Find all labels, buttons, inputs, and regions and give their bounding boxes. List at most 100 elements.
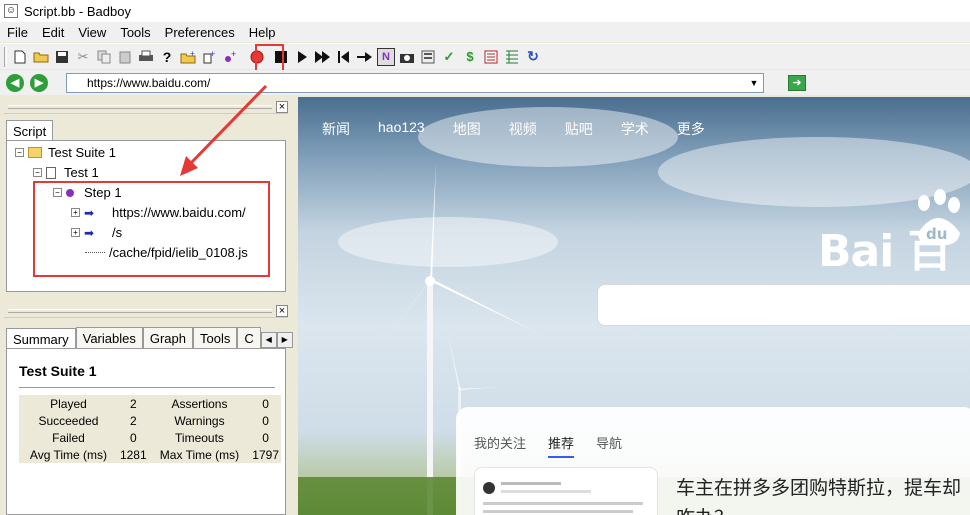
open-icon[interactable] (32, 48, 50, 66)
nav-link[interactable]: 更多 (677, 119, 705, 139)
back-button[interactable]: ◀ (6, 73, 24, 92)
logo-du-text: du (926, 225, 947, 243)
summary-tabstrip: Summary Variables Graph Tools C ◀ ▶ (4, 322, 293, 349)
stat-label: Max Time (ms) (159, 447, 240, 462)
spreadsheet-icon[interactable] (503, 48, 521, 66)
tab-variables[interactable]: Variables (75, 327, 143, 348)
summary-panel-header: × (4, 304, 288, 318)
go-button[interactable]: ➜ (788, 74, 806, 91)
news-headline-cont[interactable]: 咋办？ (676, 503, 733, 515)
tab-c[interactable]: C (237, 327, 261, 348)
skip-icon[interactable] (356, 48, 374, 66)
calendar-icon[interactable] (482, 48, 500, 66)
nav-link[interactable]: hao123 (378, 119, 425, 139)
news-card[interactable] (474, 467, 658, 515)
tree-node-test[interactable]: − Test 1 (33, 165, 99, 180)
variable-icon[interactable]: $ (461, 48, 479, 66)
summary-stats: Played 2 Assertions 0 Succeeded 2 Warnin… (19, 395, 281, 463)
stat-label: Avg Time (ms) (29, 447, 108, 462)
stats-row: Avg Time (ms) 1281 Max Time (ms) 1797 (19, 446, 281, 463)
url-text: https://www.baidu.com/ (87, 75, 211, 90)
baidu-nav: 新闻 hao123 地图 视频 贴吧 学术 更多 (322, 119, 733, 139)
menu-bar: File Edit View Tools Preferences Help (0, 22, 970, 42)
tab-graph[interactable]: Graph (142, 327, 193, 348)
menu-help[interactable]: Help (242, 25, 283, 40)
rewind-icon[interactable] (335, 48, 353, 66)
menu-preferences[interactable]: Preferences (158, 25, 242, 40)
address-bar: ◀ ▶ https://www.baidu.com/ ▼ ➜ (0, 70, 970, 95)
main-toolbar: ✂ ? + + + N ✓ $ ↻ (0, 43, 970, 69)
scroll-left-icon[interactable]: ◀ (260, 332, 277, 348)
feed-tab-active[interactable]: 推荐 (548, 433, 575, 458)
collapse-icon[interactable]: − (15, 148, 24, 157)
step-highlight-box (33, 181, 270, 277)
stat-value: 1797 (252, 447, 279, 462)
tree-label: Test Suite 1 (48, 145, 116, 160)
copy-icon[interactable] (95, 48, 113, 66)
avatar (483, 482, 495, 494)
scroll-right-icon[interactable]: ▶ (276, 332, 293, 348)
add-test-icon[interactable]: + (200, 48, 218, 66)
summary-panel: × Summary Variables Graph Tools C ◀ ▶ Te… (4, 304, 293, 515)
stat-value: 2 (129, 413, 137, 428)
paste-icon[interactable] (116, 48, 134, 66)
summary-title: Test Suite 1 (19, 363, 97, 379)
record-button-highlight (255, 44, 284, 72)
add-suite-icon[interactable]: + (179, 48, 197, 66)
tree-node-suite[interactable]: − Test Suite 1 (15, 145, 116, 160)
stat-label: Warnings (174, 413, 225, 428)
stat-label: Succeeded (38, 413, 99, 428)
add-step-icon[interactable]: + (221, 48, 239, 66)
close-icon[interactable]: × (276, 304, 288, 317)
assertion-icon[interactable]: ✓ (440, 48, 458, 66)
test-icon (46, 166, 56, 179)
nav-link[interactable]: 视频 (509, 119, 537, 139)
stat-label: Played (50, 396, 87, 411)
tree-label: Test 1 (64, 165, 99, 180)
nav-link[interactable]: 学术 (621, 119, 649, 139)
feed-tabs: 我的关注 推荐 导航 (474, 433, 644, 458)
news-headline[interactable]: 车主在拼多多团购特斯拉，提车却 (676, 473, 961, 500)
menu-file[interactable]: File (0, 25, 35, 40)
report-icon[interactable] (419, 48, 437, 66)
menu-edit[interactable]: Edit (35, 25, 71, 40)
script-tabstrip: Script (4, 114, 288, 141)
menu-view[interactable]: View (71, 25, 113, 40)
stat-value: 0 (262, 413, 269, 428)
nav-link[interactable]: 新闻 (322, 119, 350, 139)
badboy-app-icon: ☺ (4, 4, 18, 18)
tab-script[interactable]: Script (6, 120, 54, 141)
feed-tab[interactable]: 我的关注 (474, 433, 526, 458)
play-all-icon[interactable] (314, 48, 332, 66)
navigation-icon[interactable]: N (377, 47, 395, 66)
play-icon[interactable] (293, 48, 311, 66)
new-icon[interactable] (11, 48, 29, 66)
tab-summary[interactable]: Summary (6, 328, 76, 349)
news-feed: 我的关注 推荐 导航 车主在拼多多团购特斯拉，提车却 咋办？ (456, 407, 970, 515)
close-icon[interactable]: × (276, 100, 288, 113)
refresh-icon[interactable]: ↻ (524, 48, 542, 66)
nav-link[interactable]: 贴吧 (565, 119, 593, 139)
tab-tools[interactable]: Tools (193, 327, 238, 348)
cut-icon[interactable]: ✂ (74, 48, 92, 66)
forward-button[interactable]: ▶ (30, 73, 48, 92)
menu-tools[interactable]: Tools (113, 25, 157, 40)
stat-value: 2 (129, 396, 137, 411)
stat-label: Timeouts (175, 430, 224, 445)
url-dropdown-icon[interactable]: ▼ (747, 76, 761, 90)
print-icon[interactable] (137, 48, 155, 66)
screenshot-icon[interactable] (398, 48, 416, 66)
help-icon[interactable]: ? (158, 48, 176, 66)
script-panel-header: × (4, 100, 288, 114)
stat-value: 0 (262, 430, 269, 445)
baidu-search-input[interactable] (597, 284, 970, 326)
stat-label: Assertions (171, 396, 228, 411)
baidu-paw-icon: du (918, 189, 960, 246)
collapse-icon[interactable]: − (33, 168, 42, 177)
svg-text:+: + (190, 50, 195, 58)
url-input[interactable]: https://www.baidu.com/ ▼ (66, 72, 764, 93)
stats-row: Failed 0 Timeouts 0 (19, 429, 281, 446)
feed-tab[interactable]: 导航 (596, 433, 622, 458)
save-icon[interactable] (53, 48, 71, 66)
nav-link[interactable]: 地图 (453, 119, 481, 139)
